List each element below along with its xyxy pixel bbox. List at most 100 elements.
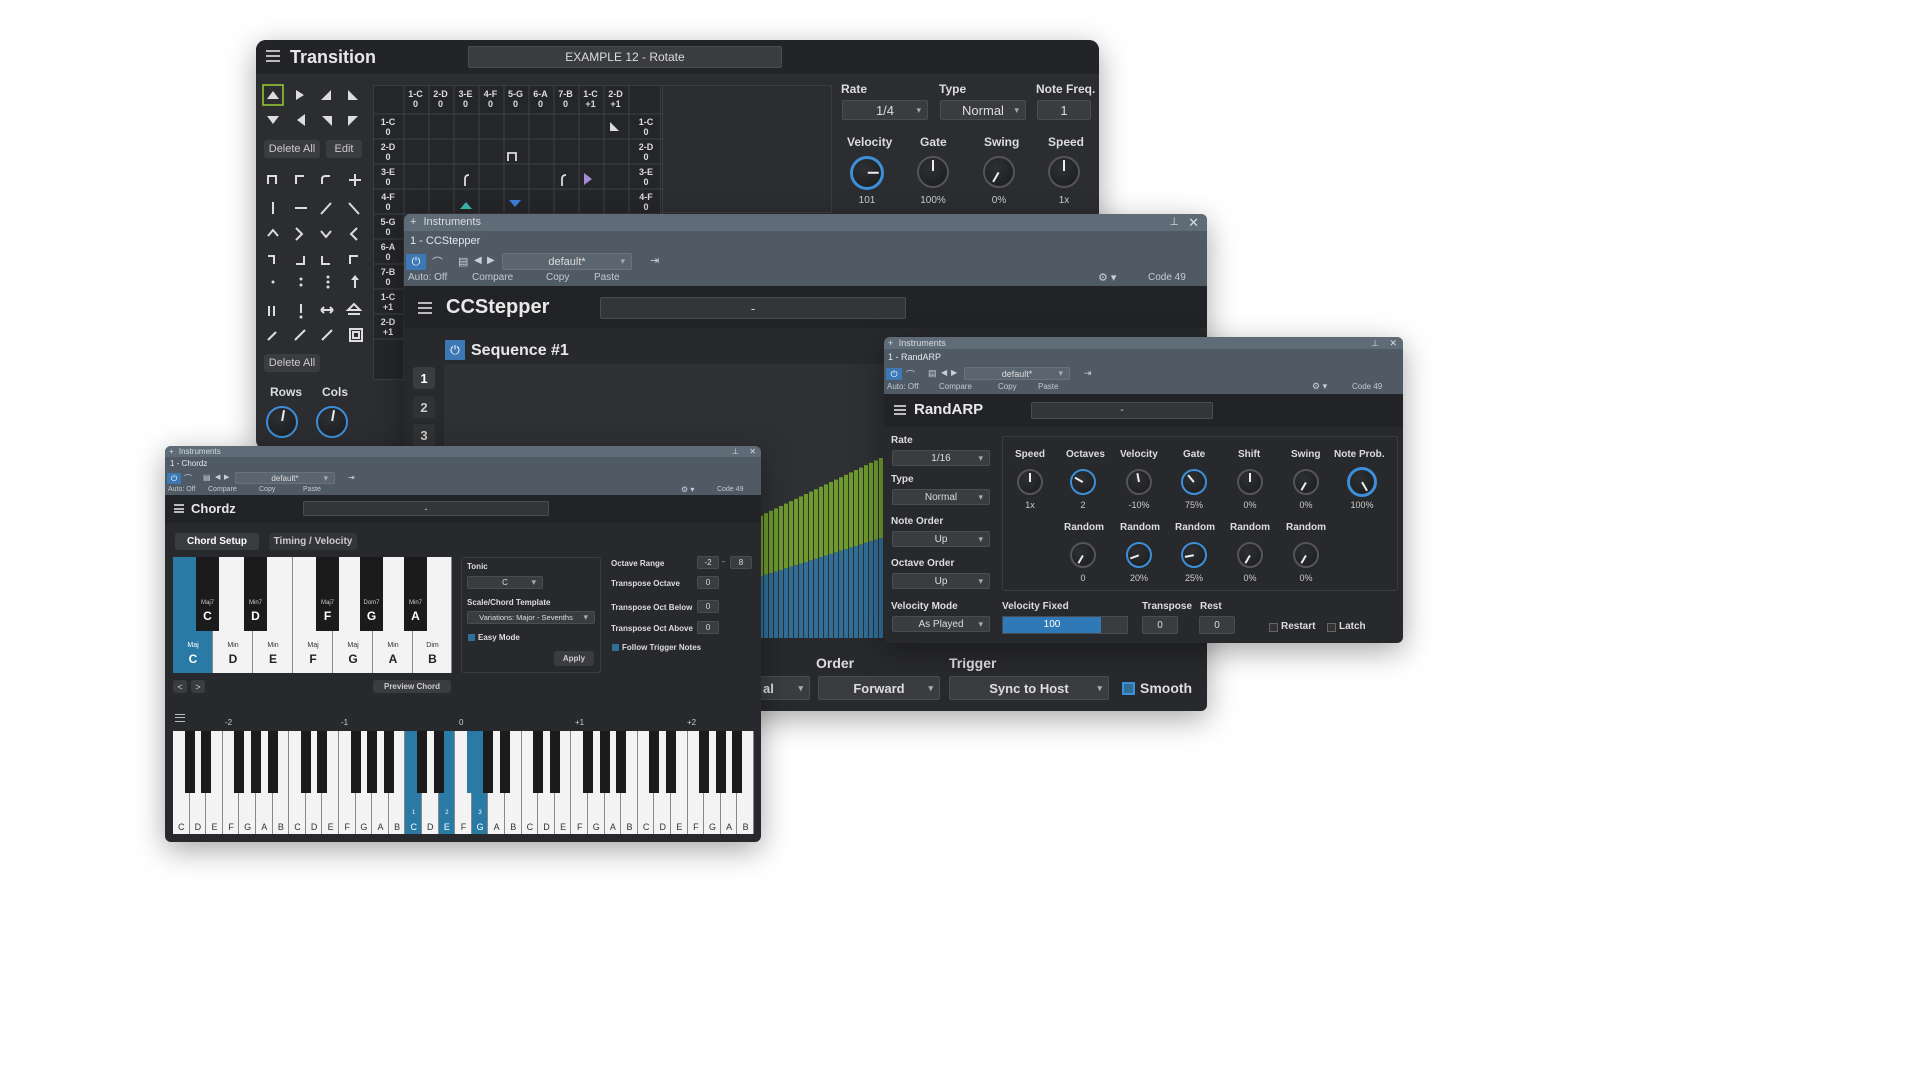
next-preset-icon[interactable]: ▶ <box>487 255 495 266</box>
step-bar[interactable] <box>789 501 793 567</box>
transpose-below-field[interactable]: 0 <box>697 600 719 613</box>
plus-icon[interactable]: + <box>410 216 416 228</box>
rows-knob[interactable] <box>266 406 298 438</box>
next-button[interactable]: > <box>191 680 205 693</box>
transpose-field[interactable]: 0 <box>1142 616 1178 634</box>
piano-black-key[interactable] <box>732 731 743 793</box>
step-bar[interactable] <box>799 496 803 564</box>
noteprob-knob[interactable] <box>1347 467 1377 497</box>
compare-button[interactable]: Compare <box>472 272 513 283</box>
step-bar[interactable] <box>869 462 873 542</box>
velocity-knob[interactable] <box>850 156 884 190</box>
auto-label[interactable]: Auto: Off <box>408 272 447 283</box>
notefreq-field[interactable]: 1 <box>1037 100 1091 120</box>
step-bar[interactable] <box>814 489 818 559</box>
piano-black-key[interactable] <box>433 731 444 793</box>
tab-chord-setup[interactable]: Chord Setup <box>175 533 259 550</box>
rate-select[interactable]: 1/4 <box>842 100 928 120</box>
piano-black-key[interactable] <box>367 731 378 793</box>
piano-black-key[interactable] <box>483 731 494 793</box>
step-bar[interactable] <box>809 491 813 561</box>
preview-chord-button[interactable]: Preview Chord <box>373 680 451 693</box>
step-bar[interactable] <box>774 508 778 572</box>
speed-knob[interactable] <box>1048 156 1080 188</box>
step-bar[interactable] <box>854 470 858 546</box>
paste-button[interactable]: Paste <box>594 272 620 283</box>
prev-preset-icon[interactable]: ◀ <box>474 255 482 266</box>
piano-black-key[interactable] <box>300 731 311 793</box>
power-icon[interactable]: ⏻ <box>167 473 181 484</box>
piano-black-key[interactable] <box>383 731 394 793</box>
piano-black-key[interactable] <box>267 731 278 793</box>
piano-black-key[interactable] <box>549 731 560 793</box>
bypass-icon[interactable]: ⌒ <box>432 254 443 270</box>
next-preset-icon[interactable]: ▶ <box>224 473 229 481</box>
scale-select[interactable]: Variations: Major - Sevenths <box>467 611 595 624</box>
piano-black-key[interactable] <box>616 731 627 793</box>
step-bar[interactable] <box>864 465 868 543</box>
pin-icon[interactable]: ⊥ <box>732 446 739 457</box>
piano-black-key[interactable] <box>666 731 676 793</box>
step-bar[interactable] <box>779 506 783 570</box>
order-select[interactable]: Forward <box>818 676 940 700</box>
save-icon[interactable]: ▤ <box>458 255 468 268</box>
piano-black-key[interactable] <box>201 731 212 793</box>
pin-icon[interactable]: ⊥ <box>1169 214 1179 231</box>
smooth-checkbox[interactable] <box>1122 682 1135 695</box>
step-bar[interactable] <box>804 494 808 562</box>
close-icon[interactable]: ✕ <box>1188 214 1199 231</box>
bypass-icon[interactable]: ⌒ <box>906 368 915 381</box>
instance-select[interactable]: 1 - Chordz <box>170 459 207 468</box>
copy-button[interactable]: Copy <box>546 272 569 283</box>
step-bar[interactable] <box>824 484 828 556</box>
compare-button[interactable]: Compare <box>939 382 972 391</box>
velmode-select[interactable]: As Played <box>892 616 990 632</box>
paste-button[interactable]: Paste <box>303 486 321 493</box>
piano-black-key[interactable] <box>500 731 510 793</box>
instance-select[interactable]: 1 - RandARP <box>888 352 941 362</box>
power-icon[interactable]: ⏻ <box>406 254 426 270</box>
cols-knob[interactable] <box>316 406 348 438</box>
step-bar[interactable] <box>784 503 788 569</box>
menu-icon[interactable] <box>894 405 906 415</box>
octave-range-max[interactable]: 8 <box>730 556 752 569</box>
edit-button[interactable]: Edit <box>326 140 362 158</box>
piano-black-key[interactable] <box>417 731 427 793</box>
trigger-select[interactable]: Sync to Host <box>949 676 1109 700</box>
name-field[interactable]: - <box>600 297 906 319</box>
apply-button[interactable]: Apply <box>554 651 594 666</box>
swing-knob[interactable] <box>983 156 1015 188</box>
step-bar[interactable] <box>879 458 883 538</box>
pin-icon[interactable]: ⊥ <box>1371 337 1379 349</box>
step-bar[interactable] <box>859 467 863 545</box>
route-icon[interactable]: ⇥ <box>1084 368 1092 379</box>
step-bar[interactable] <box>849 472 853 548</box>
power-icon[interactable]: ⏻ <box>886 368 902 380</box>
auto-label[interactable]: Auto: Off <box>168 486 196 493</box>
seq-tab-2[interactable]: 2 <box>413 396 435 418</box>
save-icon[interactable]: ▤ <box>928 368 937 379</box>
delete-all-button[interactable]: Delete All <box>264 140 320 158</box>
instance-select[interactable]: 1 - CCStepper <box>410 235 480 247</box>
prev-preset-icon[interactable]: ◀ <box>215 473 220 481</box>
seq-tab-1[interactable]: 1 <box>413 367 435 389</box>
next-preset-icon[interactable]: ▶ <box>951 368 957 377</box>
preset-select[interactable]: default* <box>964 367 1070 380</box>
latch-checkbox[interactable] <box>1327 623 1336 632</box>
transpose-octave-field[interactable]: 0 <box>697 576 719 589</box>
piano-black-key[interactable] <box>184 731 195 793</box>
gate-knob[interactable] <box>917 156 949 188</box>
step-bar[interactable] <box>844 474 848 550</box>
random-knob[interactable] <box>1181 542 1207 568</box>
settings-icon[interactable]: ⚙ ▾ <box>1098 271 1116 284</box>
bypass-icon[interactable]: ⌒ <box>184 473 192 484</box>
close-icon[interactable]: ✕ <box>749 446 756 457</box>
auto-label[interactable]: Auto: Off <box>887 382 918 391</box>
piano-black-key[interactable] <box>234 731 245 793</box>
piano-black-key[interactable] <box>699 731 710 793</box>
piano-black-key[interactable] <box>715 731 726 793</box>
restart-checkbox[interactable] <box>1269 623 1278 632</box>
random-knob[interactable] <box>1293 542 1319 568</box>
rate-select[interactable]: 1/16 <box>892 450 990 466</box>
tab-timing-velocity[interactable]: Timing / Velocity <box>269 533 357 550</box>
